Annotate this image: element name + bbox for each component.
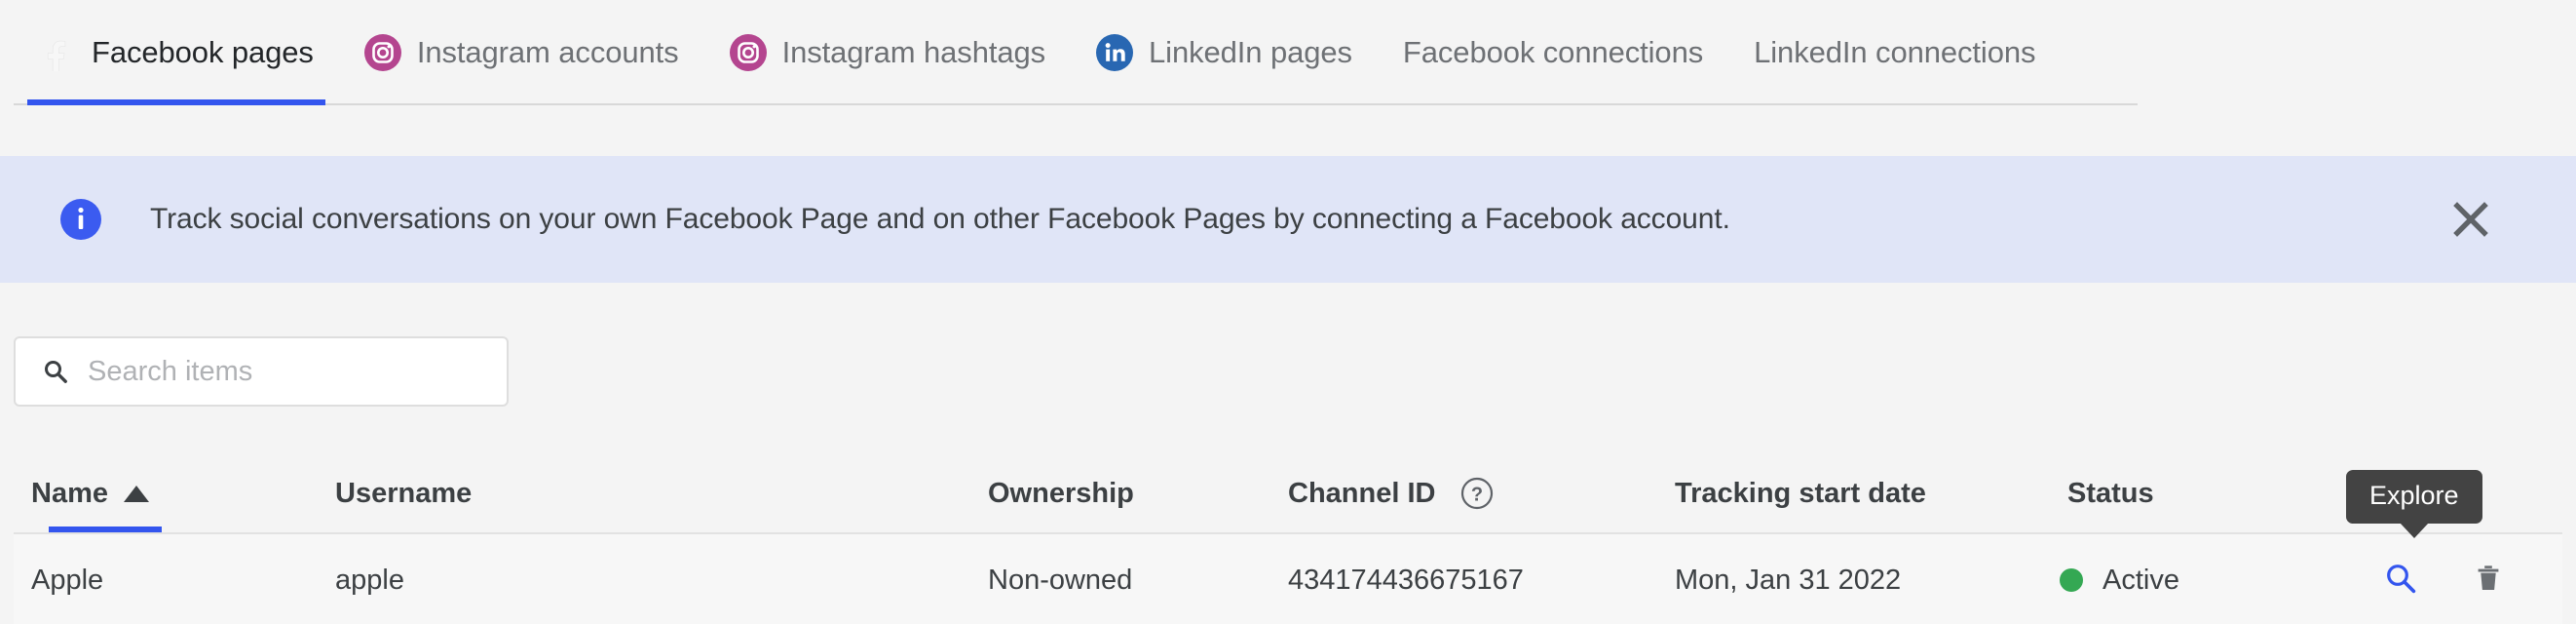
instagram-icon — [729, 34, 767, 71]
cell-value: Mon, Jan 31 2022 — [1675, 564, 1902, 596]
column-header-channel-id[interactable]: Channel ID ? — [1288, 454, 1494, 532]
facebook-icon — [39, 34, 76, 74]
column-header-label: Channel ID — [1288, 477, 1436, 509]
tab-label: LinkedIn pages — [1149, 35, 1352, 69]
tab-facebook-connections[interactable]: Facebook connections — [1378, 0, 1728, 105]
status-badge: Active — [2102, 564, 2179, 596]
tab-bar: Facebook pages Instagram accounts Instag… — [0, 0, 2576, 107]
cell-value: apple — [335, 564, 404, 596]
cell-value: Apple — [31, 564, 104, 596]
channels-table: Name Username Ownership Channel ID ? Tra… — [14, 454, 2562, 624]
table-header-row: Name Username Ownership Channel ID ? Tra… — [14, 454, 2562, 534]
tab-linkedin-pages[interactable]: LinkedIn pages — [1071, 0, 1378, 105]
column-header-username[interactable]: Username — [335, 454, 472, 532]
column-header-name[interactable]: Name — [31, 454, 162, 532]
tab-label: Instagram accounts — [416, 35, 679, 69]
search-input[interactable] — [86, 354, 460, 389]
instagram-icon — [363, 34, 401, 71]
column-header-tracking-start-date[interactable]: Tracking start date — [1675, 454, 1926, 532]
tab-label: LinkedIn connections — [1754, 35, 2036, 69]
column-header-label: Ownership — [988, 477, 1134, 509]
tab-label: Instagram hashtags — [781, 35, 1046, 69]
search-icon — [2384, 562, 2417, 600]
help-icon[interactable]: ? — [1460, 477, 1494, 510]
column-header-ownership[interactable]: Ownership — [988, 454, 1134, 532]
tab-linkedin-connections[interactable]: LinkedIn connections — [1728, 0, 2061, 105]
table-row[interactable]: Apple apple Non-owned 434174436675167 Mo… — [14, 534, 2562, 624]
trash-icon — [2472, 562, 2505, 600]
cell-value: Non-owned — [988, 564, 1133, 596]
status-dot-icon — [2060, 568, 2083, 592]
tab-instagram-hashtags[interactable]: Instagram hashtags — [704, 0, 1071, 105]
search-icon — [43, 359, 68, 384]
tab-facebook-pages[interactable]: Facebook pages — [14, 0, 339, 105]
info-banner: Track social conversations on your own F… — [0, 156, 2576, 283]
tab-strip: Facebook pages Instagram accounts Instag… — [0, 0, 2139, 105]
delete-button[interactable] — [2459, 534, 2518, 624]
page-root: Facebook pages Instagram accounts Instag… — [0, 0, 2576, 624]
info-icon — [60, 199, 101, 240]
column-header-status[interactable]: Status — [2067, 454, 2154, 532]
cell-ownership: Non-owned — [988, 534, 1132, 624]
search-box[interactable] — [14, 336, 509, 407]
tooltip-explore: Explore — [2346, 470, 2482, 538]
cell-name: Apple — [31, 534, 103, 624]
column-header-label: Status — [2067, 477, 2154, 509]
column-header-label: Name — [31, 477, 108, 509]
tab-label: Facebook pages — [92, 35, 314, 69]
close-icon[interactable] — [2449, 198, 2492, 241]
cell-username: apple — [335, 534, 404, 624]
cell-tracking-start-date: Mon, Jan 31 2022 — [1675, 534, 1901, 624]
cell-status: Active — [2060, 534, 2179, 624]
svg-text:?: ? — [1471, 485, 1483, 506]
linkedin-icon — [1096, 34, 1134, 71]
column-header-label: Tracking start date — [1675, 477, 1926, 509]
sort-ascending-icon — [124, 485, 149, 502]
tab-label: Facebook connections — [1402, 35, 1704, 69]
column-header-label: Username — [335, 477, 473, 509]
tooltip-text: Explore — [2369, 481, 2459, 510]
explore-button[interactable] — [2371, 534, 2430, 624]
info-banner-message: Track social conversations on your own F… — [150, 203, 1730, 235]
cell-value: 434174436675167 — [1288, 564, 1524, 596]
tab-instagram-accounts[interactable]: Instagram accounts — [339, 0, 704, 105]
cell-channel-id: 434174436675167 — [1288, 534, 1524, 624]
